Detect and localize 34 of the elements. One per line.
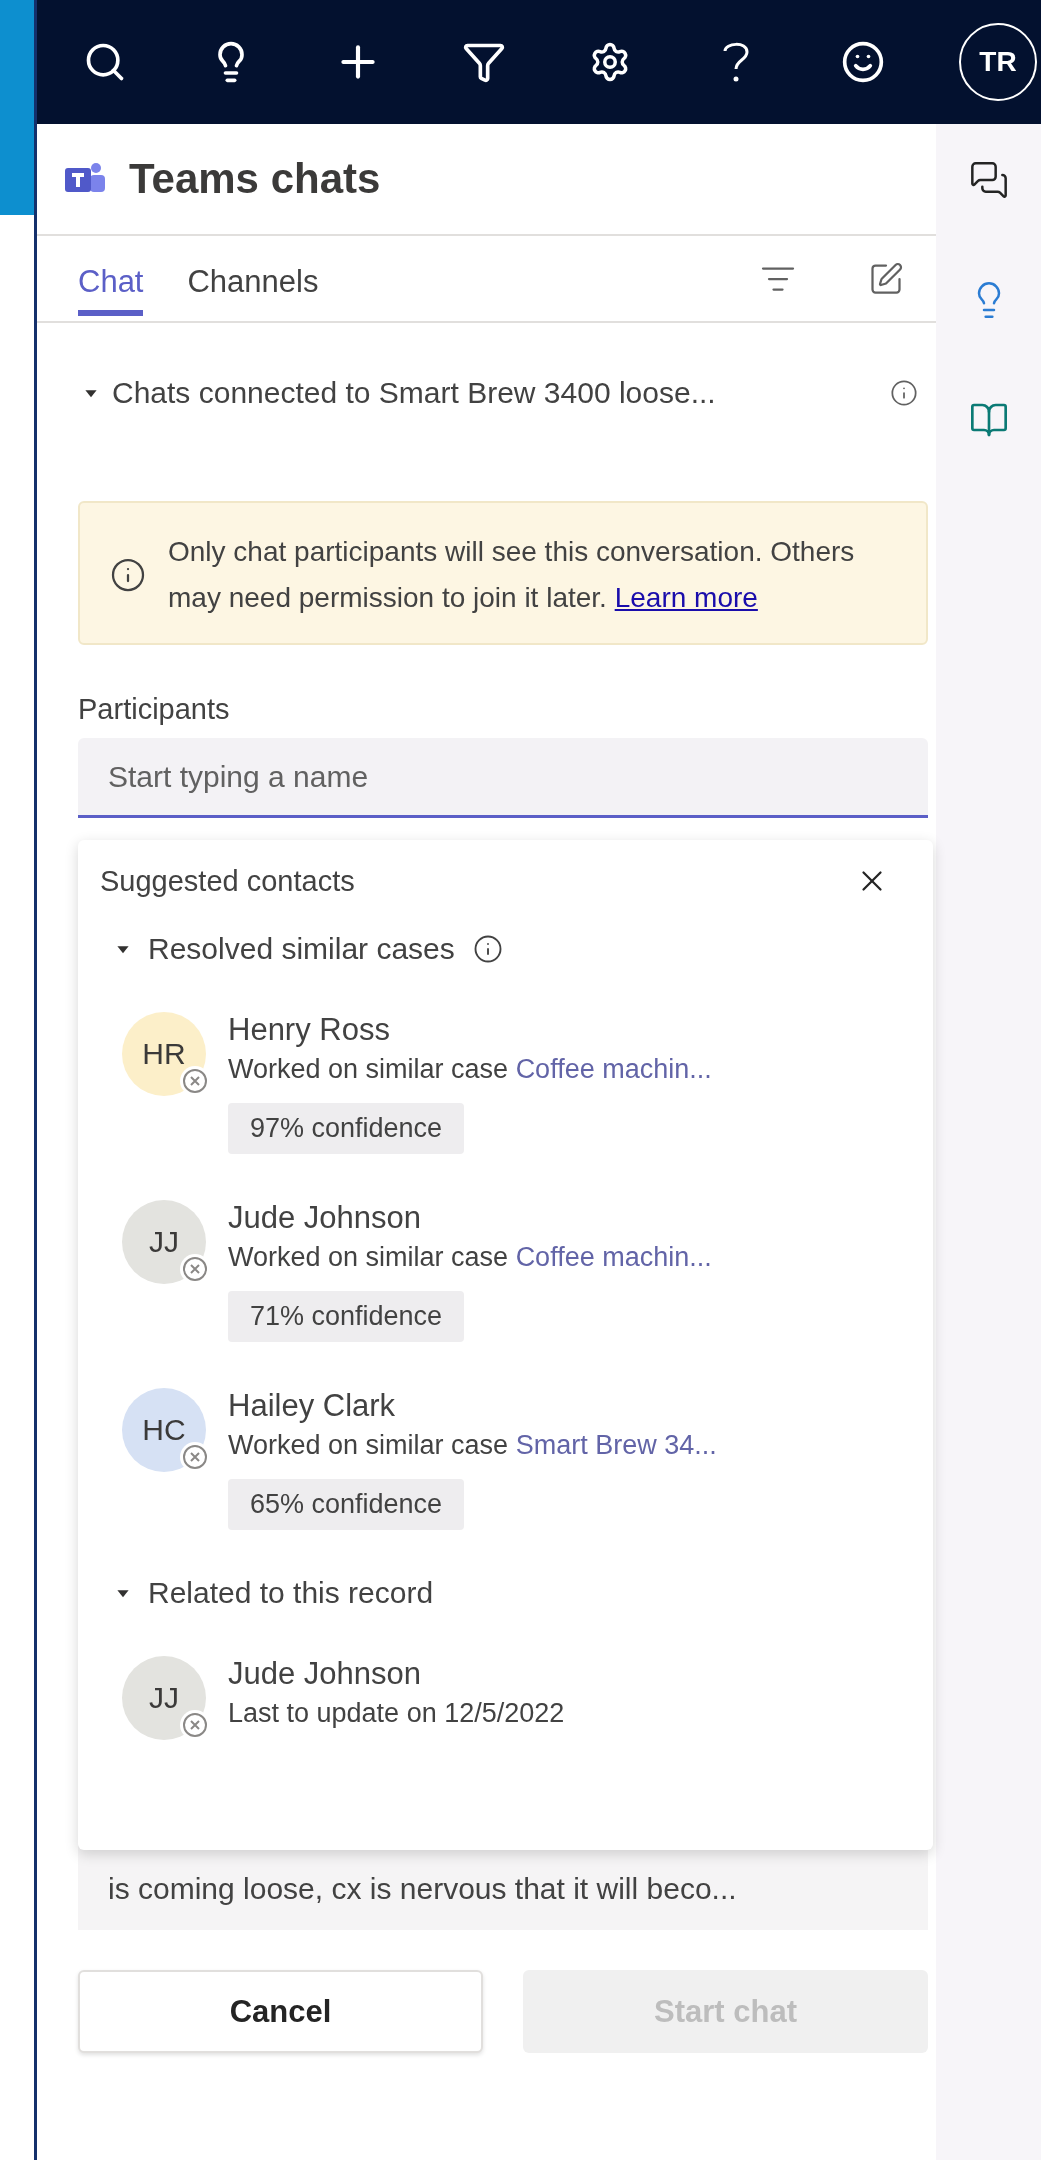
participants-label: Participants: [78, 693, 231, 726]
contact-avatar: JJ: [122, 1200, 206, 1284]
info-icon[interactable]: [890, 379, 918, 407]
contact-avatar: HR: [122, 1012, 206, 1096]
contact-avatar: HC: [122, 1388, 206, 1472]
info-icon[interactable]: [472, 934, 503, 964]
contact-detail: Worked on similar case Coffee machin...: [228, 1054, 712, 1085]
info-icon: [110, 557, 146, 593]
confidence-tag: 65% confidence: [228, 1479, 465, 1530]
case-link[interactable]: Coffee machin...: [515, 1242, 712, 1272]
case-link[interactable]: Coffee machin...: [515, 1054, 712, 1084]
confidence-tag: 97% confidence: [228, 1103, 465, 1154]
section-header[interactable]: Chats connected to Smart Brew 3400 loose...: [112, 376, 876, 410]
group-header[interactable]: Resolved similar cases: [148, 932, 455, 966]
tab[interactable]: Channels: [187, 253, 319, 316]
tab[interactable]: Chat: [78, 253, 144, 316]
confidence-tag: 71% confidence: [228, 1291, 465, 1342]
user-avatar[interactable]: TR: [958, 23, 1037, 101]
contact-name[interactable]: Hailey Clark: [228, 1388, 717, 1424]
notice-text: Only chat participants will see this conversation. Others may need permission to join it later. Learn more: [168, 535, 856, 615]
contact-name[interactable]: Jude Johnson: [228, 1656, 565, 1692]
dropdown-title: Suggested contacts: [100, 864, 356, 898]
contact-avatar: JJ: [122, 1656, 206, 1740]
contact-name[interactable]: Henry Ross: [228, 1012, 712, 1048]
group-header[interactable]: Related to this record: [148, 1576, 434, 1610]
cancel-button[interactable]: Cancel: [78, 1970, 483, 2053]
participants-input[interactable]: Start typing a name: [78, 738, 928, 818]
contact-detail: Worked on similar case Smart Brew 34...: [228, 1430, 717, 1461]
learn-more-link[interactable]: Learn more: [614, 582, 758, 613]
contact-name[interactable]: Jude Johnson: [228, 1200, 712, 1236]
case-link[interactable]: Smart Brew 34...: [515, 1430, 717, 1460]
contact-detail: Worked on similar case Coffee machin...: [228, 1242, 712, 1273]
contact-detail: Last to update on 12/5/2022: [228, 1698, 565, 1729]
panel-title: Teams chats: [129, 155, 381, 203]
